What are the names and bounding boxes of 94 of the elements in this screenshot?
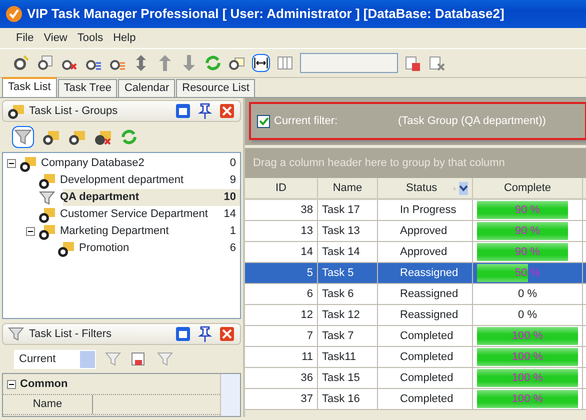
filter-icon[interactable] [12, 126, 34, 148]
percent-label: 90 % [514, 245, 542, 260]
panel-title: Task List - Groups [29, 104, 118, 119]
tree-item[interactable]: Company Database2 [37, 155, 144, 172]
table-cell: Completed [378, 368, 473, 388]
tab[interactable]: Task List [2, 77, 57, 97]
table-cell: Reassigned [378, 263, 473, 283]
tree-item[interactable]: Promotion [75, 240, 130, 257]
scrollbar[interactable] [220, 374, 240, 416]
column-width-icon[interactable] [252, 54, 270, 72]
filter-checkbox[interactable] [257, 114, 270, 128]
filter-select[interactable]: Current [14, 350, 96, 368]
delete-layout-icon[interactable] [428, 54, 446, 72]
percent-label: 50 % [514, 266, 542, 281]
filter-label: Current filter: [274, 114, 339, 129]
percent-label: 90 % [514, 224, 542, 239]
item-count: 9 [230, 173, 237, 188]
table-cell: Task 5 [318, 263, 378, 283]
table-cell: Task 17 [318, 200, 378, 220]
table-cell: Task 14 [318, 242, 378, 262]
category-label: Common [20, 376, 68, 392]
filter-icon [38, 188, 56, 206]
menu-item[interactable]: View [44, 30, 68, 46]
table-cell: Reassigned [378, 305, 473, 325]
pin-icon[interactable] [196, 102, 214, 120]
table-cell: Task 13 [318, 221, 378, 241]
panel-title: Task List - Filters [29, 326, 112, 342]
pin-icon[interactable] [196, 325, 214, 343]
maximize-icon[interactable] [174, 325, 192, 343]
table-cell: 6 [245, 284, 318, 304]
column-header[interactable]: Status [406, 180, 438, 196]
table-cell: Reassigned [378, 284, 473, 304]
table-cell: Approved [378, 242, 473, 262]
menu-item[interactable]: Tools [77, 30, 104, 46]
item-count: 1 [230, 224, 237, 240]
expander-icon[interactable] [26, 227, 35, 236]
percent-label: 90 % [514, 203, 542, 218]
group-by-hint: Drag a column header here to group by that column [253, 156, 505, 171]
app-logo-icon [5, 5, 23, 23]
table-cell: 37 [245, 389, 318, 409]
tab[interactable]: Calendar [118, 79, 176, 97]
item-count: 14 [224, 207, 237, 222]
table-cell: 13 [245, 221, 318, 241]
tree-item[interactable]: Marketing Department [56, 223, 169, 240]
table-cell: 38 [245, 200, 318, 220]
item-count: 10 [224, 190, 237, 206]
table-cell: Approved [378, 221, 473, 241]
close-icon[interactable] [218, 325, 236, 343]
column-header[interactable]: Name [318, 178, 378, 198]
expander-icon[interactable] [7, 380, 16, 388]
table-cell: Task 15 [318, 368, 378, 388]
save-layout-icon[interactable] [404, 54, 422, 72]
menu-item[interactable]: Help [113, 30, 136, 46]
tree-item[interactable]: QA department [56, 189, 140, 206]
window-title: VIP Task Manager Professional [ User: Administrator ] [DataBase: Database2] [27, 5, 504, 24]
maximize-icon[interactable] [174, 102, 192, 120]
table-cell: 5 [245, 263, 318, 283]
tree-item[interactable]: Customer Service Department [56, 206, 208, 223]
tree-item[interactable]: Development department [56, 172, 184, 189]
percent-label: 100 % [510, 371, 544, 386]
expander-icon[interactable] [7, 159, 16, 168]
table-cell: 36 [245, 368, 318, 388]
column-header[interactable]: Complete [473, 178, 583, 198]
table-cell: Completed [378, 326, 473, 346]
menu-item[interactable]: File [16, 30, 34, 46]
tab[interactable]: Resource List [176, 79, 256, 97]
filter-icon [7, 325, 25, 343]
percent-label: 100 % [510, 350, 544, 365]
table-cell: 0 % [473, 284, 583, 304]
layout-dropdown[interactable] [300, 53, 398, 73]
table-cell: 14 [245, 242, 318, 262]
table-cell: 12 [245, 305, 318, 325]
columns-icon[interactable] [276, 54, 294, 72]
close-icon[interactable] [218, 102, 236, 120]
table-cell: In Progress [378, 200, 473, 220]
table-cell: Task11 [318, 347, 378, 367]
table-cell: Task 7 [318, 326, 378, 346]
table-cell: 0 % [473, 305, 583, 325]
item-count: 0 [230, 156, 237, 172]
table-cell: 11 [245, 347, 318, 367]
percent-label: 100 % [510, 392, 544, 407]
table-cell: 7 [245, 326, 318, 346]
column-header[interactable]: ID [245, 178, 318, 198]
table-cell: Task 12 [318, 305, 378, 325]
table-cell: Completed [378, 347, 473, 367]
percent-label: 100 % [510, 329, 544, 344]
item-count: 6 [230, 241, 237, 256]
table-cell: Task 6 [318, 284, 378, 304]
filter-dropdown-button[interactable] [459, 182, 468, 194]
tab[interactable]: Task Tree [58, 79, 118, 97]
table-cell: Completed [378, 389, 473, 409]
filter-expression: (Task Group (QA department)) [398, 114, 546, 129]
property-label: Name [3, 395, 93, 414]
table-cell: Task 16 [318, 389, 378, 409]
